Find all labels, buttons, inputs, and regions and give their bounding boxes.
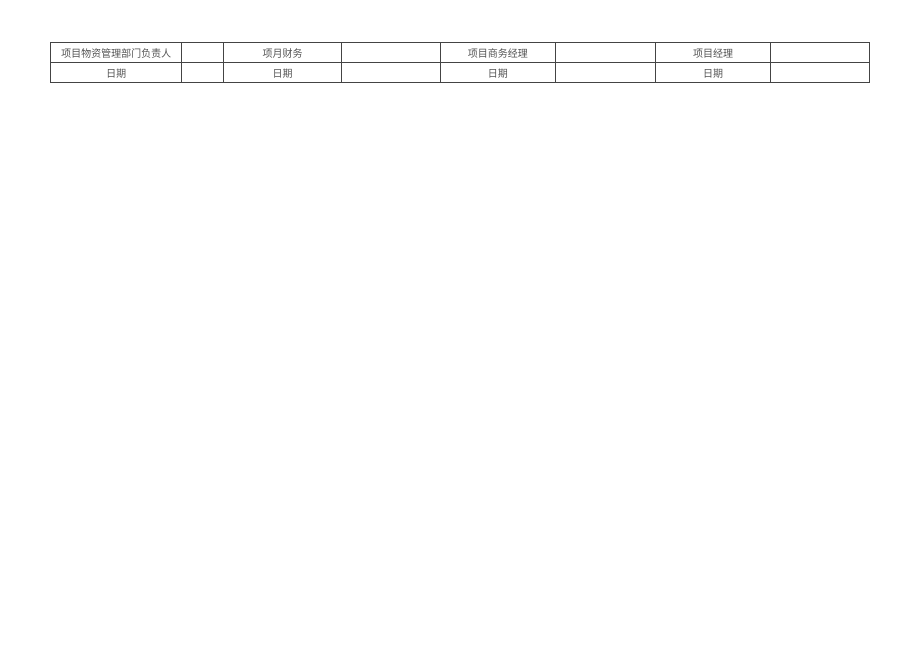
table-row: 项目物资管理部门负责人 项月财务 项目商务经理 项目经理: [51, 43, 870, 63]
label-date-1: 日期: [51, 63, 182, 83]
value-material-manager: [182, 43, 224, 63]
table-row: 日期 日期 日期 日期: [51, 63, 870, 83]
value-business-manager: [556, 43, 656, 63]
label-date-3: 日期: [440, 63, 555, 83]
signature-table: 项目物资管理部门负责人 项月财务 项目商务经理 项目经理 日期 日期 日期 日期: [50, 42, 870, 83]
value-finance: [341, 43, 440, 63]
value-date-4: [771, 63, 870, 83]
value-project-manager: [771, 43, 870, 63]
value-date-3: [556, 63, 656, 83]
label-business-manager: 项目商务经理: [440, 43, 555, 63]
label-material-manager: 项目物资管理部门负责人: [51, 43, 182, 63]
label-date-4: 日期: [655, 63, 770, 83]
value-date-1: [182, 63, 224, 83]
value-date-2: [341, 63, 440, 83]
label-project-manager: 项目经理: [655, 43, 770, 63]
label-finance: 项月财务: [224, 43, 342, 63]
label-date-2: 日期: [224, 63, 342, 83]
